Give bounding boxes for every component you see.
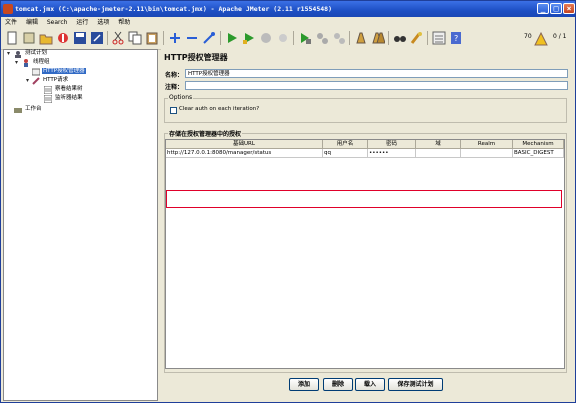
table-cell-username[interactable]: qq [323,149,368,158]
clear-auth-label: Clear auth on each iteration? [179,106,260,112]
menu-edit[interactable]: 编辑 [26,17,38,28]
comment-label: 注释： [165,84,184,91]
auth-table: 基础URL 用户名 密码 域 Realm Mechanism http://12… [165,139,565,369]
page-title: HTTP授权管理器 [164,53,228,62]
expand-all-icon[interactable] [168,31,182,45]
toggle-icon[interactable] [202,31,216,45]
toolbar-separator [220,31,221,45]
clear-auth-checkbox[interactable] [170,107,177,114]
test-plan-icon [14,50,22,58]
start-icon[interactable] [225,31,239,45]
shutdown-icon[interactable] [276,31,290,45]
expand-icon[interactable]: ▾ [7,50,10,57]
table-cell-realm[interactable] [461,149,513,158]
close-plan-icon[interactable] [56,31,70,45]
toolbar-separator [427,31,428,45]
clear-icon[interactable] [354,31,368,45]
listener-icon [43,94,53,103]
tree-node-workbench[interactable]: 工作台 [14,105,43,115]
menu-run[interactable]: 运行 [76,17,88,28]
expand-icon[interactable]: ▾ [15,59,18,66]
remote-start-icon[interactable] [298,31,312,45]
config-element-icon [31,68,41,76]
thread-group-icon [22,58,30,67]
app-icon [3,4,13,14]
maximize-button[interactable]: □ [550,3,562,14]
column-header-mechanism[interactable]: Mechanism [513,140,564,149]
column-header-domain[interactable]: 域 [416,140,461,149]
menu-help[interactable]: 帮助 [118,17,130,28]
name-label: 名称： [165,72,184,79]
test-tree-panel: ▾ 测试计划 ▾ 线程组 HTTP授权管理器 ▾ HTTP请求 察看结果树 监听… [3,49,158,401]
active-threads: 0 / 1 [553,33,567,40]
svg-text:?: ? [454,34,458,43]
collapse-all-icon[interactable] [185,31,199,45]
comment-field[interactable] [185,81,568,90]
save-as-icon[interactable] [90,31,104,45]
menu-file[interactable]: 文件 [5,17,17,28]
menu-search[interactable]: Search [47,17,68,28]
options-group: Options Clear auth on each iteration? [164,94,567,123]
start-no-pauses-icon[interactable] [242,31,256,45]
close-button[interactable]: × [563,3,575,14]
add-button[interactable]: 添加 [289,378,319,391]
menu-bar: 文件 编辑 Search 运行 选项 帮助 [1,17,575,28]
title-bar: tomcat.jmx (C:\apache-jmeter-2.11\bin\to… [1,1,575,17]
toolbar-separator [388,31,389,45]
remote-exit-icon[interactable] [332,31,346,45]
name-field[interactable]: HTTP授权管理器 [185,69,568,78]
table-cell-domain[interactable] [416,149,461,158]
clear-all-icon[interactable] [371,31,385,45]
save-test-plan-button[interactable]: 保存测试计划 [388,378,443,391]
table-cell-mechanism[interactable]: BASIC_DIGEST [513,149,564,158]
stop-icon[interactable] [259,31,273,45]
window-title: tomcat.jmx (C:\apache-jmeter-2.11\bin\to… [15,5,332,13]
menu-options[interactable]: 选项 [97,17,109,28]
toolbar: ? 70 0 / 1 [1,28,575,50]
reset-search-icon[interactable] [410,31,424,45]
warning-icon[interactable] [534,32,548,46]
column-header-password[interactable]: 密码 [368,140,416,149]
tree-node-view-results-table[interactable]: 监听器结果 [43,94,84,104]
cut-icon[interactable] [111,31,125,45]
toolbar-separator [293,31,294,45]
toolbar-separator [107,31,108,45]
delete-button[interactable]: 删除 [323,378,353,391]
warning-count: 70 [524,33,532,40]
function-helper-icon[interactable] [432,31,446,45]
sampler-icon [32,76,40,85]
new-icon[interactable] [5,31,19,45]
open-icon[interactable] [39,31,53,45]
column-header-username[interactable]: 用户名 [323,140,368,149]
toolbar-separator [163,31,164,45]
save-icon[interactable] [73,31,87,45]
help-icon[interactable]: ? [449,31,463,45]
table-cell-password[interactable]: •••••• [368,149,416,158]
paste-icon[interactable] [145,31,159,45]
expand-icon[interactable]: ▾ [26,77,29,84]
search-icon[interactable] [393,31,407,45]
stored-auth-title: 存储在授权管理器中的授权 [168,129,243,138]
auth-manager-panel: HTTP授权管理器 名称： HTTP授权管理器 注释： Options Clea… [161,49,575,401]
workbench-icon [14,106,22,114]
copy-icon[interactable] [128,31,142,45]
table-cell-url[interactable]: http://127.0.0.1:8080/manager/status [166,149,323,158]
options-title: Options [168,94,194,101]
minimize-button[interactable]: _ [537,3,549,14]
listener-icon [43,85,53,94]
column-header-realm[interactable]: Realm [461,140,513,149]
remote-stop-icon[interactable] [315,31,329,45]
column-header-base-url[interactable]: 基础URL [166,140,323,149]
templates-icon[interactable] [22,31,36,45]
load-button[interactable]: 载入 [355,378,385,391]
jmeter-window: tomcat.jmx (C:\apache-jmeter-2.11\bin\to… [0,0,576,403]
toolbar-separator [349,31,350,45]
